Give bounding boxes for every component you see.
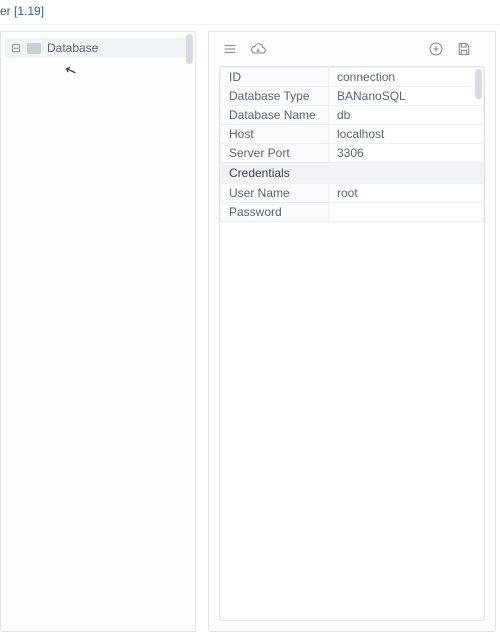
property-key: ID bbox=[221, 68, 329, 87]
tree-item-database[interactable]: ⊟ Database bbox=[5, 38, 191, 58]
property-value[interactable]: connection bbox=[329, 68, 484, 87]
property-key: User Name bbox=[221, 184, 329, 203]
property-row[interactable]: User Nameroot bbox=[221, 184, 484, 203]
tree-panel: ⊟ Database ↖ bbox=[0, 31, 196, 632]
divider bbox=[0, 24, 500, 25]
property-key: Server Port bbox=[221, 144, 329, 163]
property-grid: IDconnectionDatabase TypeBANanoSQLDataba… bbox=[219, 66, 485, 621]
property-row[interactable]: Database Namedb bbox=[221, 106, 484, 125]
folder-icon bbox=[27, 43, 41, 54]
property-key: Database Type bbox=[221, 87, 329, 106]
property-row[interactable]: Server Port3306 bbox=[221, 144, 484, 163]
main: ⊟ Database ↖ IDconnect bbox=[0, 31, 500, 632]
expand-toggle-icon[interactable]: ⊟ bbox=[11, 41, 21, 55]
property-key: Database Name bbox=[221, 106, 329, 125]
properties-panel: IDconnectionDatabase TypeBANanoSQLDataba… bbox=[208, 31, 496, 632]
property-value[interactable]: root bbox=[329, 184, 484, 203]
save-icon[interactable] bbox=[455, 40, 473, 58]
property-row[interactable]: Database TypeBANanoSQL bbox=[221, 87, 484, 106]
toolbar bbox=[209, 32, 495, 66]
property-row[interactable]: IDconnection bbox=[221, 68, 484, 87]
cloud-download-icon[interactable] bbox=[249, 40, 267, 58]
property-value[interactable]: BANanoSQL bbox=[329, 87, 484, 106]
menu-icon[interactable] bbox=[221, 40, 239, 58]
property-value[interactable]: localhost bbox=[329, 125, 484, 144]
tree-scrollbar[interactable] bbox=[186, 34, 193, 629]
property-key: Host bbox=[221, 125, 329, 144]
property-key: Password bbox=[221, 203, 329, 222]
property-row[interactable]: Hostlocalhost bbox=[221, 125, 484, 144]
grid-scrollbar[interactable] bbox=[475, 69, 482, 618]
property-value[interactable] bbox=[329, 203, 484, 222]
tree-item-label: Database bbox=[47, 41, 98, 55]
property-value[interactable]: db bbox=[329, 106, 484, 125]
property-value[interactable]: 3306 bbox=[329, 144, 484, 163]
window-title: er [1.19] bbox=[0, 0, 500, 24]
add-icon[interactable] bbox=[427, 40, 445, 58]
section-credentials[interactable]: Credentials bbox=[221, 163, 484, 184]
property-row[interactable]: Password bbox=[221, 203, 484, 222]
